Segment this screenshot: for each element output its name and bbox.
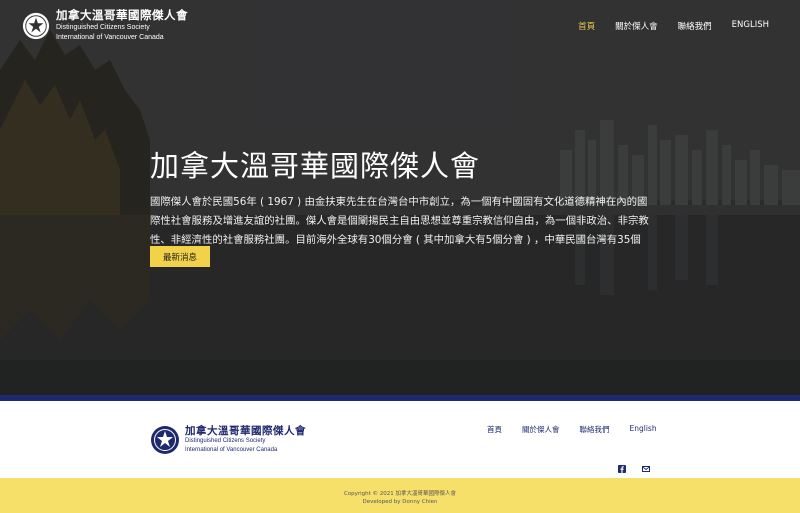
footer-logo-icon (151, 426, 179, 454)
hero-title: 加拿大溫哥華國際傑人會 (150, 149, 481, 183)
latest-news-button[interactable]: 最新消息 (150, 246, 210, 267)
footer-brand-name-en-2: International of Vancouver Canada (185, 447, 278, 454)
top-navigation: 加拿大溫哥華國際傑人會 Distinguished Citizens Socie… (0, 0, 800, 48)
society-logo-icon (22, 12, 50, 39)
copyright-text: Copyright © 2021 加拿大溫哥華國際傑人會 (343, 491, 457, 497)
main-menu: 首頁 關於傑人會 聯絡我們 ENGLISH (558, 20, 769, 32)
footer-link-contact[interactable]: 聯絡我們 (580, 424, 610, 435)
nav-item-about[interactable]: 關於傑人會 (615, 20, 658, 32)
footer: 加拿大溫哥華國際傑人會 Distinguished Citizens Socie… (0, 401, 800, 478)
footer-link-english[interactable]: English (630, 424, 657, 435)
nav-item-english[interactable]: ENGLISH (732, 20, 769, 32)
facebook-icon[interactable] (618, 458, 626, 473)
nav-item-home[interactable]: 首頁 (578, 20, 595, 32)
footer-brand[interactable]: 加拿大溫哥華國際傑人會 Distinguished Citizens Socie… (150, 425, 306, 455)
developer-credit: Developed by Donny Chien (362, 499, 438, 505)
hero-content: 加拿大溫哥華國際傑人會 國際傑人會於民國56年 ( 1967 ) 由金扶東先生在… (150, 143, 650, 269)
header-brand[interactable]: 加拿大溫哥華國際傑人會 Distinguished Citizens Socie… (22, 8, 188, 42)
footer-link-about[interactable]: 關於傑人會 (522, 424, 560, 435)
footer-link-home[interactable]: 首頁 (487, 424, 502, 435)
footer-menu: 首頁 關於傑人會 聯絡我們 English (487, 424, 677, 435)
hero-section: 加拿大溫哥華國際傑人會 Distinguished Citizens Socie… (0, 0, 800, 395)
footer-social (618, 458, 650, 473)
email-icon[interactable] (642, 458, 650, 472)
header-brand-name-cn: 加拿大溫哥華國際傑人會 (56, 8, 188, 22)
header-brand-name-en-1: Distinguished Citizens Society (56, 23, 150, 31)
footer-brand-name-cn: 加拿大溫哥華國際傑人會 (185, 424, 306, 437)
hero-description: 國際傑人會於民國56年 ( 1967 ) 由金扶東先生在台灣台中市創立，為一個有… (150, 196, 649, 265)
header-brand-name-en-2: International of Vancouver Canada (56, 33, 164, 41)
footer-brand-name-en-1: Distinguished Citizens Society (185, 438, 266, 445)
nav-item-contact[interactable]: 聯絡我們 (678, 20, 712, 32)
copyright-bar: Copyright © 2021 加拿大溫哥華國際傑人會 Developed b… (0, 478, 800, 513)
